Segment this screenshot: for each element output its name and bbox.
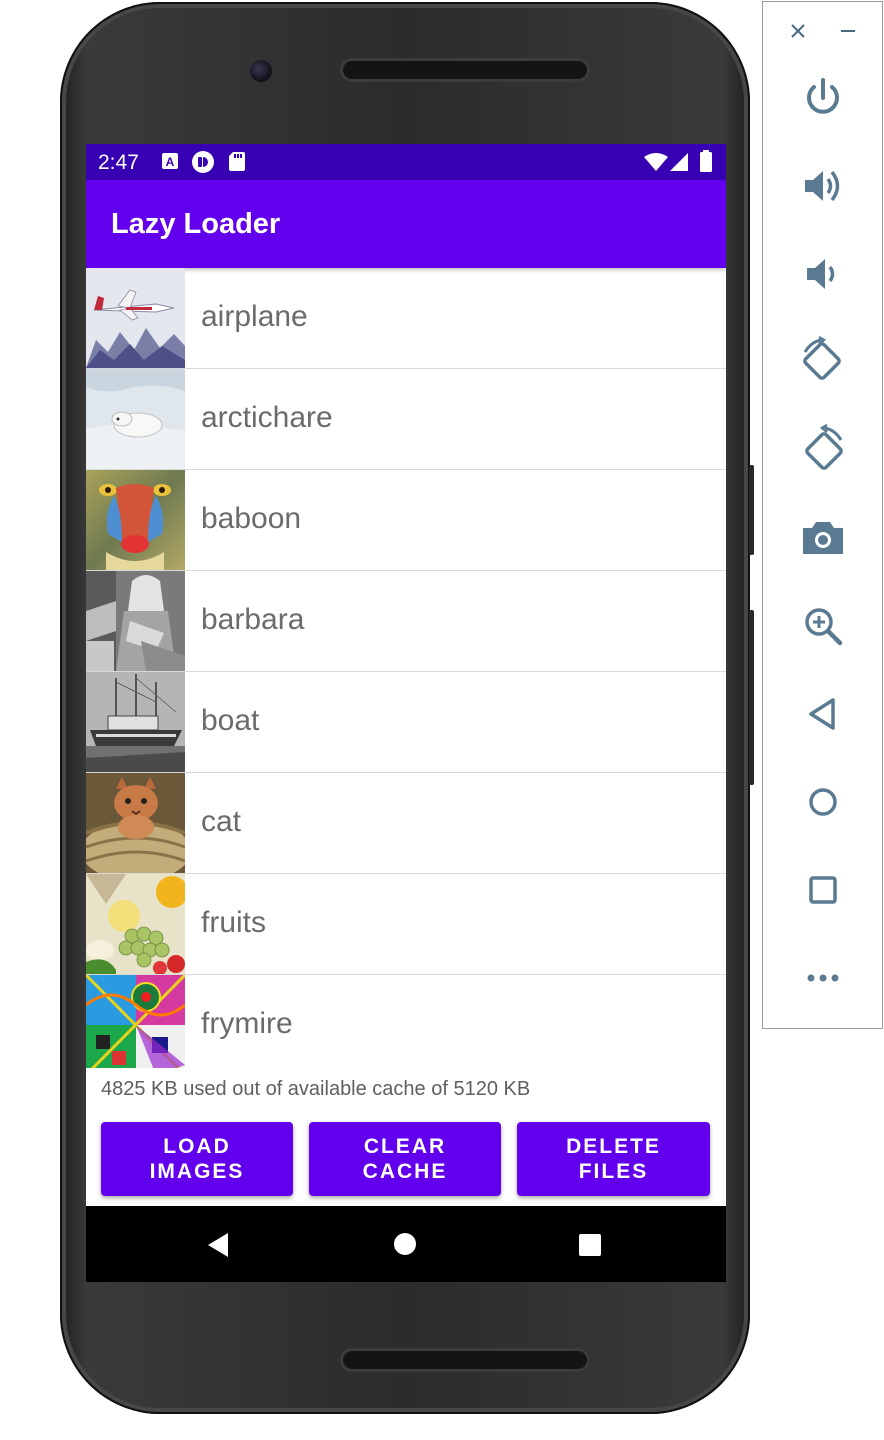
image-name: barbara xyxy=(201,603,305,636)
volume-up-icon xyxy=(805,170,840,202)
image-name: arctichare xyxy=(201,401,333,434)
camera-icon xyxy=(803,522,843,554)
clear-cache-button[interactable]: CLEAR CACHE xyxy=(309,1122,501,1196)
overview-icon xyxy=(809,876,837,904)
volume-down-icon xyxy=(807,259,835,289)
battery-icon xyxy=(700,150,712,172)
image-name: frymire xyxy=(201,1007,293,1040)
airplane-thumbnail xyxy=(86,268,185,368)
fruits-thumbnail xyxy=(86,874,185,974)
headset-notification-icon xyxy=(192,151,214,173)
emulator-home-button[interactable] xyxy=(797,776,849,828)
cache-status-text: 4825 KB used out of available cache of 5… xyxy=(101,1078,531,1100)
back-icon xyxy=(809,698,835,730)
boat-thumbnail xyxy=(86,672,185,772)
rotate-right-icon xyxy=(805,424,843,470)
image-name: fruits xyxy=(201,906,267,939)
zoom-icon xyxy=(805,608,843,646)
device-screen: 2:47 A Lazy Loader airplane arctichare b… xyxy=(86,144,726,1282)
load-images-button[interactable]: LOAD IMAGES xyxy=(101,1122,293,1196)
power-button[interactable] xyxy=(797,72,849,124)
emulator-back-button[interactable] xyxy=(797,688,849,740)
side-power-button xyxy=(749,465,754,555)
frymire-thumbnail xyxy=(86,975,185,1068)
app-title: Lazy Loader xyxy=(111,208,281,240)
bottom-speaker xyxy=(340,1348,590,1372)
status-time: 2:47 xyxy=(98,151,139,174)
svg-text:A: A xyxy=(166,155,175,169)
rotate-left-button[interactable] xyxy=(797,336,849,388)
cat-thumbnail xyxy=(86,773,185,873)
image-name: cat xyxy=(201,805,242,838)
signal-icon xyxy=(670,153,688,171)
image-list[interactable]: airplane arctichare baboon barbara boat … xyxy=(86,268,726,1068)
list-item[interactable]: boat xyxy=(86,672,726,773)
zoom-button[interactable] xyxy=(797,600,849,652)
image-name: boat xyxy=(201,704,260,737)
more-button[interactable] xyxy=(797,952,849,1004)
top-speaker xyxy=(340,58,590,82)
close-icon[interactable] xyxy=(789,22,807,40)
volume-down-button[interactable] xyxy=(797,248,849,300)
more-icon xyxy=(807,974,839,982)
front-camera xyxy=(250,60,272,82)
baboon-thumbnail xyxy=(86,470,185,570)
emulator-overview-button[interactable] xyxy=(797,864,849,916)
barbara-thumbnail xyxy=(86,571,185,671)
recents-icon[interactable] xyxy=(578,1233,602,1257)
power-icon xyxy=(807,78,839,114)
list-item[interactable]: cat xyxy=(86,773,726,874)
list-item[interactable]: airplane xyxy=(86,268,726,369)
emulator-toolbar xyxy=(762,1,883,1029)
back-icon[interactable] xyxy=(206,1232,232,1258)
arctichare-thumbnail xyxy=(86,369,185,469)
volume-up-button[interactable] xyxy=(797,160,849,212)
minimize-icon[interactable] xyxy=(839,22,857,40)
list-item[interactable]: arctichare xyxy=(86,369,726,470)
rotate-left-icon xyxy=(803,336,841,380)
home-icon xyxy=(809,788,837,816)
navigation-bar xyxy=(86,1206,726,1282)
list-item[interactable]: frymire xyxy=(86,975,726,1068)
rotate-right-button[interactable] xyxy=(797,424,849,476)
image-name: baboon xyxy=(201,502,302,535)
app-bar: Lazy Loader xyxy=(86,180,726,268)
status-bar: 2:47 A xyxy=(86,144,726,180)
home-icon[interactable] xyxy=(393,1232,417,1256)
list-item[interactable]: fruits xyxy=(86,874,726,975)
delete-files-button[interactable]: DELETE FILES xyxy=(517,1122,710,1196)
side-volume-button xyxy=(749,610,754,785)
wifi-icon xyxy=(644,153,668,171)
image-name: airplane xyxy=(201,300,308,333)
screenshot-button[interactable] xyxy=(797,512,849,564)
list-item[interactable]: barbara xyxy=(86,571,726,672)
sd-card-icon xyxy=(229,152,245,171)
a-notification-icon: A xyxy=(162,153,178,169)
list-item[interactable]: baboon xyxy=(86,470,726,571)
